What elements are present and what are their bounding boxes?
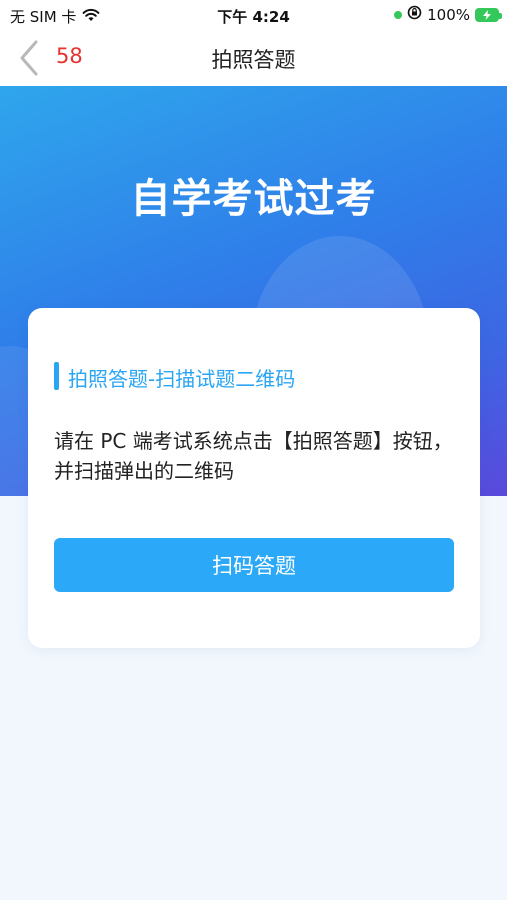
nav-bar: 58 拍照答题 <box>0 30 507 86</box>
remaining-count: 58 <box>56 44 83 68</box>
battery-percent: 100% <box>427 5 470 24</box>
battery-charging-icon <box>475 7 502 22</box>
orientation-lock-icon <box>407 5 422 24</box>
scan-card: 拍照答题-扫描试题二维码 请在 PC 端考试系统点击【拍照答题】按钮，并扫描弹出… <box>28 308 480 648</box>
section-accent-bar <box>54 362 59 390</box>
status-bar: 无 SIM 卡 下午 4:24 100% <box>0 0 507 30</box>
chevron-left-icon <box>20 40 38 76</box>
wifi-icon <box>82 8 100 26</box>
section-title: 拍照答题-扫描试题二维码 <box>68 367 296 391</box>
status-right: 100% <box>394 5 502 24</box>
status-left: 无 SIM 卡 <box>10 6 100 27</box>
instruction-text: 请在 PC 端考试系统点击【拍照答题】按钮，并扫描弹出的二维码 <box>54 429 453 483</box>
back-button[interactable] <box>14 38 46 78</box>
scan-answer-button[interactable]: 扫码答题 <box>54 538 454 592</box>
location-dot-icon <box>394 10 403 19</box>
hero-title: 自学考试过考 <box>130 176 377 222</box>
carrier-label: 无 SIM 卡 <box>10 8 77 26</box>
